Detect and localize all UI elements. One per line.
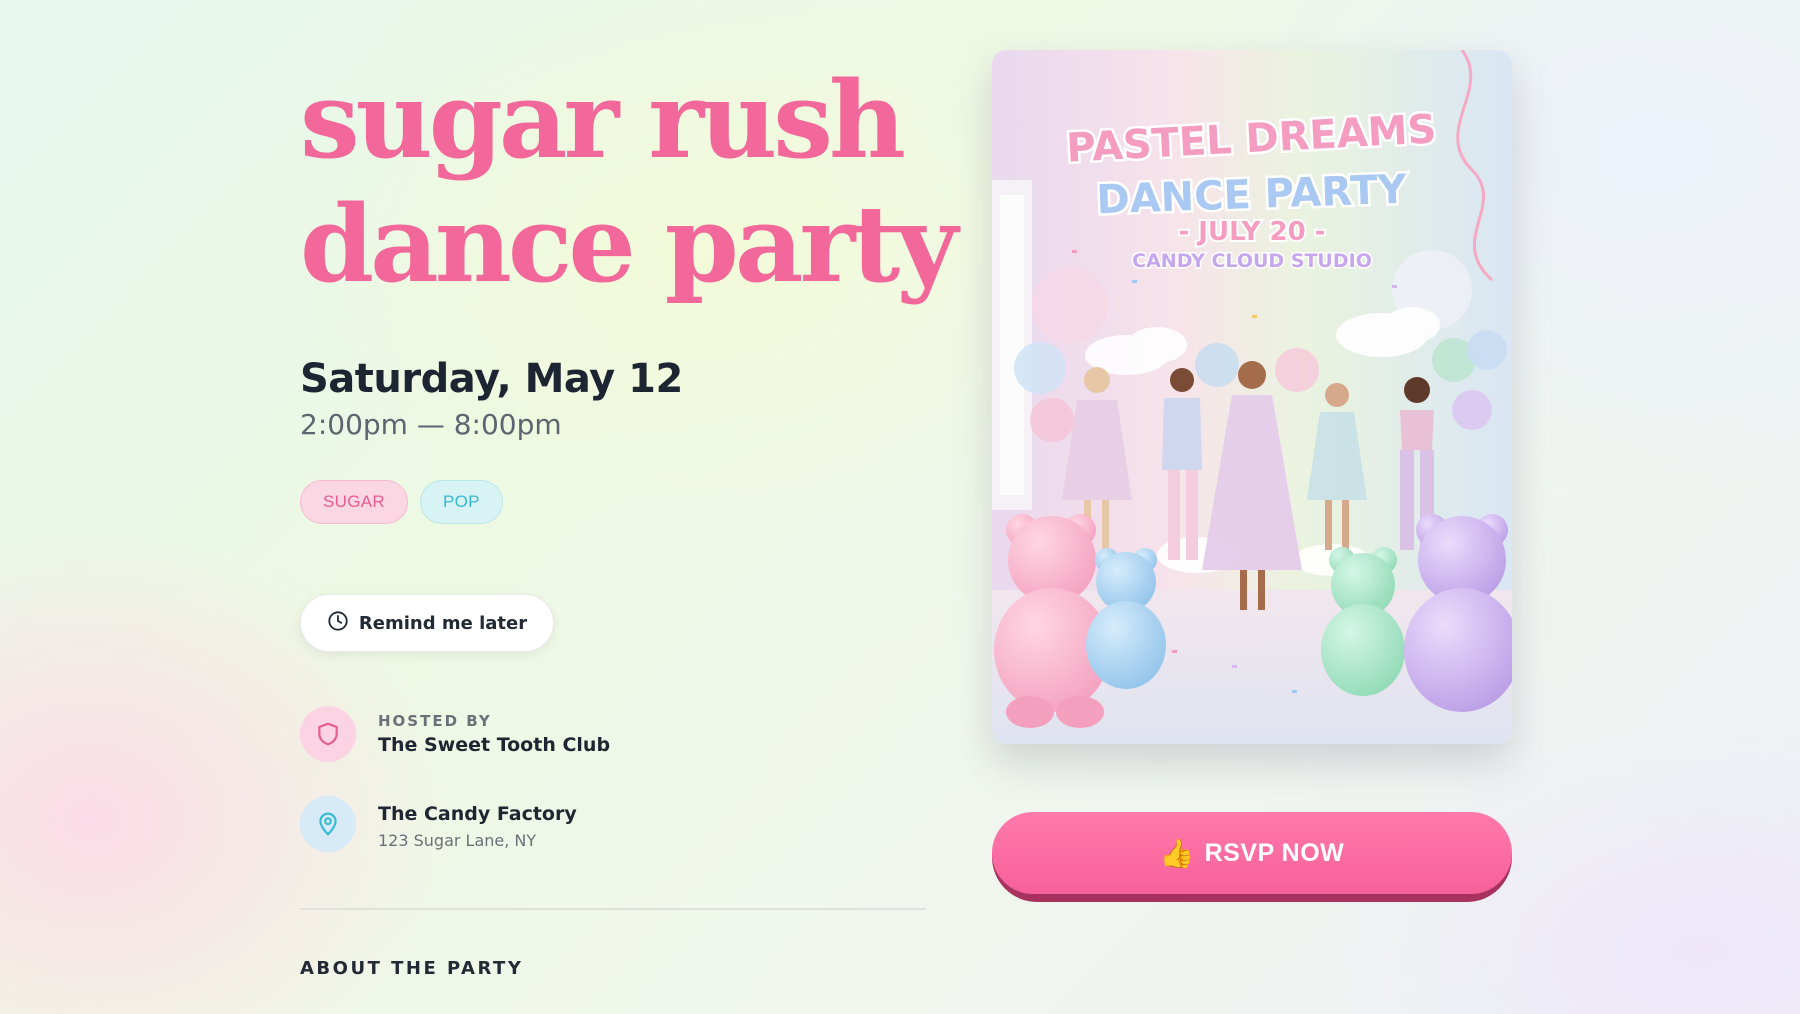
- event-time: 2:00pm — 8:00pm: [300, 408, 562, 441]
- venue-info: The Candy Factory 123 Sugar Lane, NY: [300, 796, 577, 852]
- tag-pop[interactable]: POP: [419, 480, 503, 524]
- rsvp-now-button[interactable]: 👍 RSVP NOW: [992, 812, 1512, 902]
- hosted-by-label: HOSTED BY: [378, 712, 492, 730]
- poster-date: - JULY 20 -: [1178, 217, 1325, 247]
- rsvp-now-label: RSVP NOW: [1204, 838, 1345, 867]
- event-poster: PASTEL DREAMS DANCE PARTY - JULY 20 - CA…: [992, 50, 1512, 744]
- rsvp-now-button-face[interactable]: 👍 RSVP NOW: [992, 812, 1512, 894]
- event-date: Saturday, May 12: [300, 356, 683, 402]
- host-name[interactable]: The Sweet Tooth Club: [378, 734, 610, 756]
- event-title-line-2: dance party: [300, 181, 958, 306]
- event-title-line-1: sugar rush: [300, 57, 906, 182]
- venue-name[interactable]: The Candy Factory: [378, 803, 577, 825]
- section-divider: [300, 908, 926, 910]
- event-title: sugar rush dance party: [300, 57, 958, 306]
- about-heading: ABOUT THE PARTY: [300, 958, 524, 979]
- poster-venue: CANDY CLOUD STUDIO: [1132, 250, 1372, 272]
- clock-icon: [327, 610, 349, 637]
- thumbs-up-icon: 👍: [1159, 836, 1195, 870]
- host-text: HOSTED BY The Sweet Tooth Club: [378, 712, 610, 756]
- remind-me-later-button[interactable]: Remind me later: [300, 594, 554, 652]
- map-pin-icon: [300, 796, 356, 852]
- tag-list: SUGAR POP: [300, 480, 503, 524]
- tag-sugar[interactable]: SUGAR: [300, 480, 408, 524]
- remind-me-later-label: Remind me later: [358, 612, 528, 634]
- venue-text: The Candy Factory 123 Sugar Lane, NY: [378, 799, 577, 850]
- venue-address: 123 Sugar Lane, NY: [378, 830, 537, 850]
- shield-icon: [300, 706, 356, 762]
- host-info: HOSTED BY The Sweet Tooth Club: [300, 706, 610, 762]
